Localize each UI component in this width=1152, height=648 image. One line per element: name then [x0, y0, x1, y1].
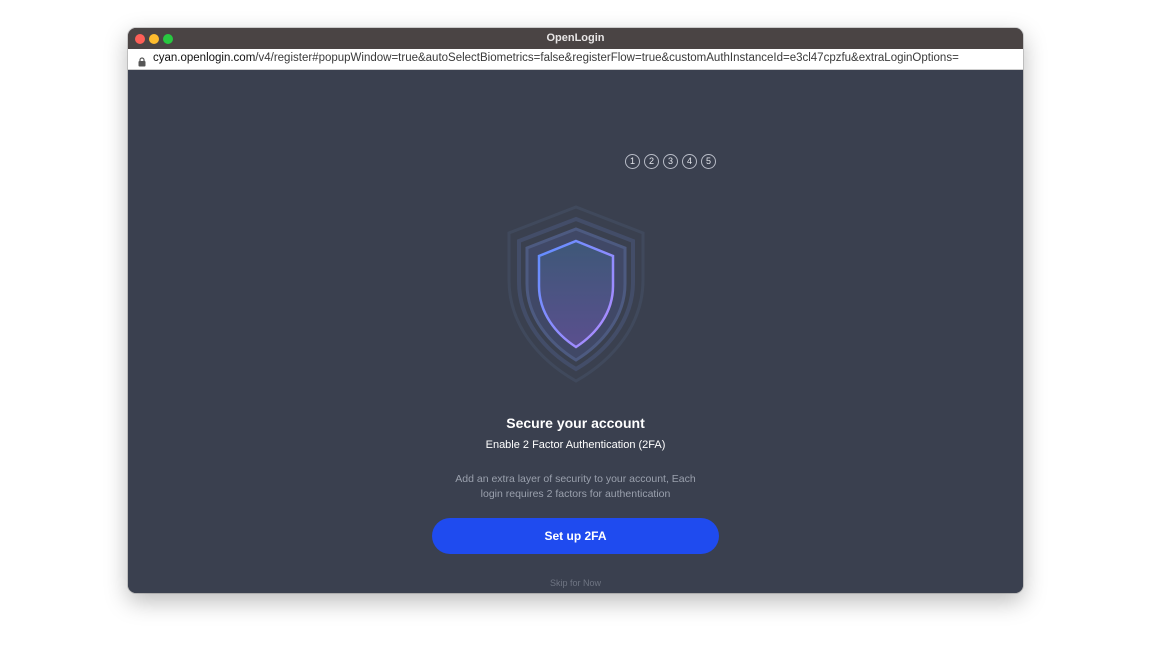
step-5: 5 — [701, 154, 716, 169]
step-1: 1 — [625, 154, 640, 169]
shield-icon — [507, 205, 645, 383]
window-title: OpenLogin — [546, 32, 605, 44]
skip-link[interactable]: Skip for Now — [128, 578, 1023, 588]
step-4: 4 — [682, 154, 697, 169]
url-path: /v4/register#popupWindow=true&autoSelect… — [255, 52, 959, 64]
page-content: 1 2 3 4 5 Secure your account Enable 2 F… — [128, 70, 1023, 593]
title-bar: OpenLogin — [128, 28, 1023, 49]
description-line-2: login requires 2 factors for authenticat… — [480, 488, 671, 500]
description-line-1: Add an extra layer of security to your a… — [455, 473, 696, 485]
step-indicator: 1 2 3 4 5 — [625, 154, 716, 169]
step-2: 2 — [644, 154, 659, 169]
description: Add an extra layer of security to your a… — [425, 472, 726, 502]
address-bar[interactable]: cyan.openlogin.com/v4/register#popupWind… — [128, 49, 1023, 70]
browser-window: OpenLogin cyan.openlogin.com/v4/register… — [128, 28, 1023, 593]
address-url[interactable]: cyan.openlogin.com/v4/register#popupWind… — [153, 52, 959, 64]
step-3: 3 — [663, 154, 678, 169]
url-host: cyan.openlogin.com — [153, 52, 256, 64]
shield-illustration — [501, 205, 651, 385]
page-subtitle: Enable 2 Factor Authentication (2FA) — [485, 439, 666, 451]
page-title: Secure your account — [506, 415, 645, 431]
setup-2fa-button[interactable]: Set up 2FA — [432, 518, 719, 554]
